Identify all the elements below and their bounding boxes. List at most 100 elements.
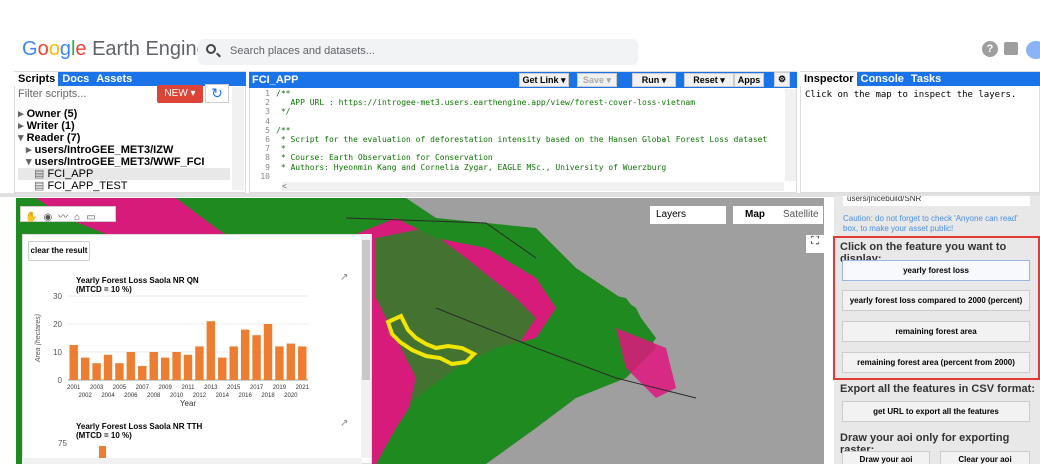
script-tree-item[interactable]: ▸ Owner (5) bbox=[18, 108, 230, 120]
reset-button[interactable]: Reset ▾ bbox=[684, 73, 734, 87]
forest-loss-bar-chart: 0 10 20 30 2001 2002 2003 2004 2005 2006 2007 2008 2… bbox=[35, 292, 310, 408]
x-tick-label: 2006 bbox=[124, 393, 138, 399]
yearly-loss-percent-button[interactable]: yearly forest loss compared to 2000 (per… bbox=[842, 290, 1030, 311]
x-tick-label: 2015 bbox=[227, 385, 241, 391]
script-tree-item[interactable]: ▸ users/IntroGEE_MET3/IZW bbox=[18, 144, 230, 156]
x-tick-label: 2007 bbox=[136, 385, 150, 391]
script-tree-item[interactable]: ▤ FCI_APP bbox=[18, 168, 230, 180]
clear-result-button[interactable]: clear the result bbox=[28, 241, 90, 261]
script-tree-item[interactable]: ▸ Writer (1) bbox=[18, 120, 230, 132]
script-tree-label: FCI_APP_TEST bbox=[47, 180, 128, 192]
filter-scripts-input[interactable]: Filter scripts... bbox=[18, 88, 156, 100]
x-tick-label: 2003 bbox=[90, 385, 104, 391]
draw-aoi-button[interactable]: Draw your aoi bbox=[842, 451, 930, 464]
x-axis-title: Year bbox=[180, 399, 197, 408]
expand-arrow-icon: ▸ bbox=[26, 144, 35, 156]
code-area[interactable]: 1/** 2 APP URL : https://introgee-met3.us… bbox=[250, 89, 784, 181]
inspector-message: Click on the map to inspect the layers. bbox=[805, 90, 1017, 100]
refresh-icon[interactable]: ↻ bbox=[205, 84, 229, 103]
asset-path-field[interactable]: users/jnicebuild/SNR bbox=[843, 196, 1030, 206]
tab-console[interactable]: Console bbox=[857, 72, 907, 86]
chart-bar bbox=[172, 352, 181, 380]
caution-note: Caution: do not forget to check 'Anyone … bbox=[843, 214, 1018, 233]
x-tick-label: 2019 bbox=[273, 385, 287, 391]
line-number: 10 bbox=[260, 171, 270, 181]
gear-icon[interactable]: ⚙ bbox=[774, 72, 790, 87]
open-chart2-icon[interactable]: ↗ bbox=[340, 418, 348, 429]
inspector-tabbar: Inspector Console Tasks bbox=[800, 72, 1040, 86]
new-button[interactable]: NEW ▾ bbox=[157, 85, 203, 103]
file-icon: ▤ bbox=[34, 180, 48, 192]
fullscreen-icon[interactable]: ⛶ bbox=[806, 235, 824, 253]
x-tick-label: 2001 bbox=[67, 385, 81, 391]
x-tick-label: 2016 bbox=[238, 393, 252, 399]
chart-bar bbox=[275, 346, 284, 380]
chart-bar bbox=[240, 329, 250, 380]
clear-aoi-button[interactable]: Clear your aoi bbox=[940, 451, 1030, 464]
x-tick-label: 2020 bbox=[284, 393, 298, 399]
map-type-map-button[interactable]: Map bbox=[733, 206, 773, 224]
chart-bar bbox=[218, 357, 227, 380]
script-tree-item[interactable]: ▾ Reader (7) bbox=[18, 132, 230, 144]
code-line: 5 /** bbox=[250, 126, 784, 135]
y-tick-label: 0 bbox=[58, 376, 63, 385]
x-tick-label: 2011 bbox=[182, 385, 196, 391]
tab-inspector[interactable]: Inspector bbox=[800, 72, 857, 86]
chart-bar bbox=[160, 357, 170, 380]
script-tree-label: users/IntroGEE_MET3/WWF_FCI bbox=[34, 156, 205, 168]
map-type-satellite-button[interactable]: Satellite bbox=[773, 206, 823, 224]
open-chart-icon[interactable]: ↗ bbox=[340, 272, 348, 283]
apps-button[interactable]: Apps bbox=[734, 73, 764, 87]
x-tick-label: 2017 bbox=[250, 385, 264, 391]
tab-tasks[interactable]: Tasks bbox=[907, 72, 944, 86]
code-text: * bbox=[276, 144, 286, 154]
tab-docs[interactable]: Docs bbox=[58, 72, 92, 86]
chart-bar bbox=[195, 346, 204, 380]
layers-button[interactable]: Layers bbox=[650, 206, 726, 224]
expand-arrow-icon: ▾ bbox=[18, 132, 27, 144]
export-url-button[interactable]: get URL to export all the features bbox=[842, 401, 1030, 422]
yearly-forest-loss-button[interactable]: yearly forest loss bbox=[842, 260, 1030, 281]
save-button[interactable]: Save ▾ bbox=[577, 73, 617, 87]
tab-scripts[interactable]: Scripts bbox=[14, 72, 59, 86]
chart-panel-hscrollbar[interactable] bbox=[22, 458, 362, 464]
line-number: 7 bbox=[265, 144, 270, 154]
editor-scrollbar[interactable] bbox=[785, 89, 796, 181]
remaining-forest-percent-button[interactable]: remaining forest area (percent from 2000… bbox=[842, 352, 1030, 373]
x-tick-label: 2008 bbox=[147, 393, 161, 399]
y-axis-title: Area (hectares) bbox=[35, 314, 42, 363]
script-tree-label: FCI_APP bbox=[47, 168, 94, 180]
expand-arrow-icon: ▾ bbox=[26, 156, 35, 168]
line-number: 4 bbox=[265, 116, 270, 126]
editor-horizontal-scrollbar[interactable]: < bbox=[282, 182, 784, 191]
y-tick-label: 30 bbox=[53, 292, 62, 301]
script-tree-label: Reader (7) bbox=[26, 132, 81, 144]
app-logo[interactable]: Google Earth Engine bbox=[22, 38, 208, 61]
code-line: 7 * bbox=[250, 144, 784, 153]
search-input[interactable]: Search places and datasets... bbox=[198, 39, 638, 65]
x-tick-label: 2021 bbox=[296, 385, 310, 391]
avatar[interactable] bbox=[1026, 41, 1040, 59]
code-line: 8 * Course: Earth Observation for Conser… bbox=[250, 153, 784, 162]
script-tree-label: Owner (5) bbox=[26, 108, 78, 120]
scripts-scrollbar[interactable] bbox=[232, 87, 244, 190]
script-tree-item[interactable]: ▤ FCI_APP_TEST bbox=[18, 180, 230, 192]
code-text: /** bbox=[276, 125, 291, 135]
script-tree: ▸ Owner (5) ▸ Writer (1) ▾ Reader (7) ▸ use… bbox=[18, 108, 230, 192]
script-tree-item[interactable]: ▾ users/IntroGEE_MET3/WWF_FCI bbox=[18, 156, 230, 168]
chart-scroll-thumb[interactable] bbox=[362, 240, 370, 380]
get-link-button[interactable]: Get Link ▾ bbox=[519, 73, 569, 87]
run-button[interactable]: Run ▾ bbox=[632, 73, 676, 87]
code-line: 10 bbox=[250, 172, 784, 181]
x-tick-label: 2018 bbox=[261, 393, 275, 399]
chart-bar bbox=[69, 345, 78, 380]
drawing-tools[interactable]: ✋◉〰⌂▭ bbox=[20, 206, 116, 223]
help-icon[interactable]: ? bbox=[982, 41, 998, 57]
remaining-forest-button[interactable]: remaining forest area bbox=[842, 321, 1030, 342]
tab-assets[interactable]: Assets bbox=[92, 72, 135, 86]
feedback-icon[interactable] bbox=[1004, 42, 1018, 55]
chart-bar bbox=[263, 324, 273, 380]
expand-arrow-icon: ▸ bbox=[18, 108, 27, 120]
x-tick-label: 2002 bbox=[78, 393, 92, 399]
chart-bar bbox=[183, 354, 193, 380]
